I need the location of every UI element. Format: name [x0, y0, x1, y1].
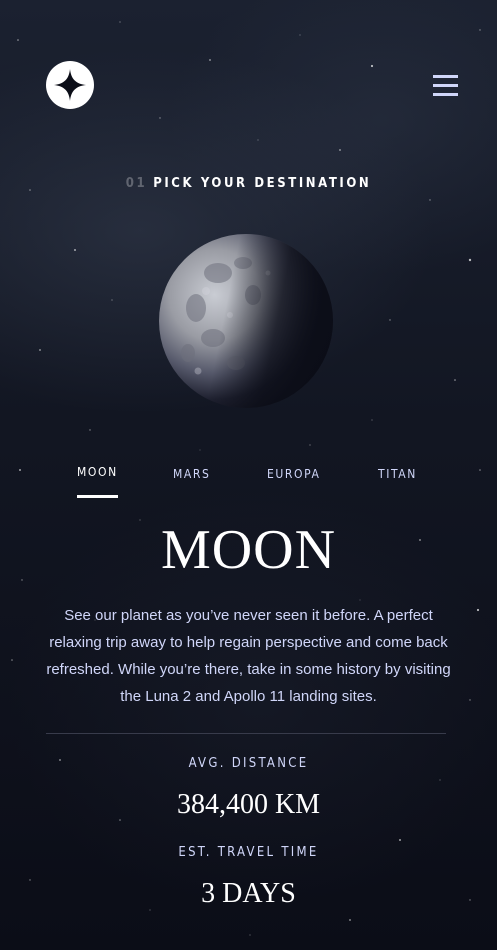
page-heading: 01 PICK YOUR DESTINATION — [0, 176, 497, 191]
destination-tabs: MOON MARS EUROPA TITAN — [0, 462, 497, 502]
destination-title: MOON — [160, 519, 337, 581]
destination-description: See our planet as you’ve never seen it b… — [46, 607, 451, 705]
tab-moon[interactable]: MOON — [77, 465, 118, 498]
hamburger-menu-icon[interactable] — [433, 75, 458, 96]
four-point-star-icon — [54, 69, 86, 101]
distance-value: 384,400 KM — [176, 789, 321, 820]
tab-mars[interactable]: MARS — [173, 467, 210, 481]
tab-europa[interactable]: EUROPA — [267, 467, 320, 481]
tab-label: MARS — [173, 467, 211, 481]
moon-image — [159, 234, 333, 408]
travel-time-value: 3 DAYS — [201, 878, 296, 909]
heading-number: 01 — [125, 176, 148, 191]
travel-time-label: EST. TRAVEL TIME — [178, 845, 319, 860]
distance-label: AVG. DISTANCE — [188, 756, 309, 771]
divider — [46, 733, 446, 734]
tab-label: EUROPA — [267, 467, 321, 481]
tab-titan[interactable]: TITAN — [378, 467, 417, 481]
home-logo[interactable] — [46, 61, 94, 109]
heading-text: PICK YOUR DESTINATION — [153, 176, 372, 191]
tab-label: TITAN — [378, 467, 417, 481]
active-tab-indicator — [77, 495, 118, 498]
tab-label: MOON — [77, 465, 118, 479]
